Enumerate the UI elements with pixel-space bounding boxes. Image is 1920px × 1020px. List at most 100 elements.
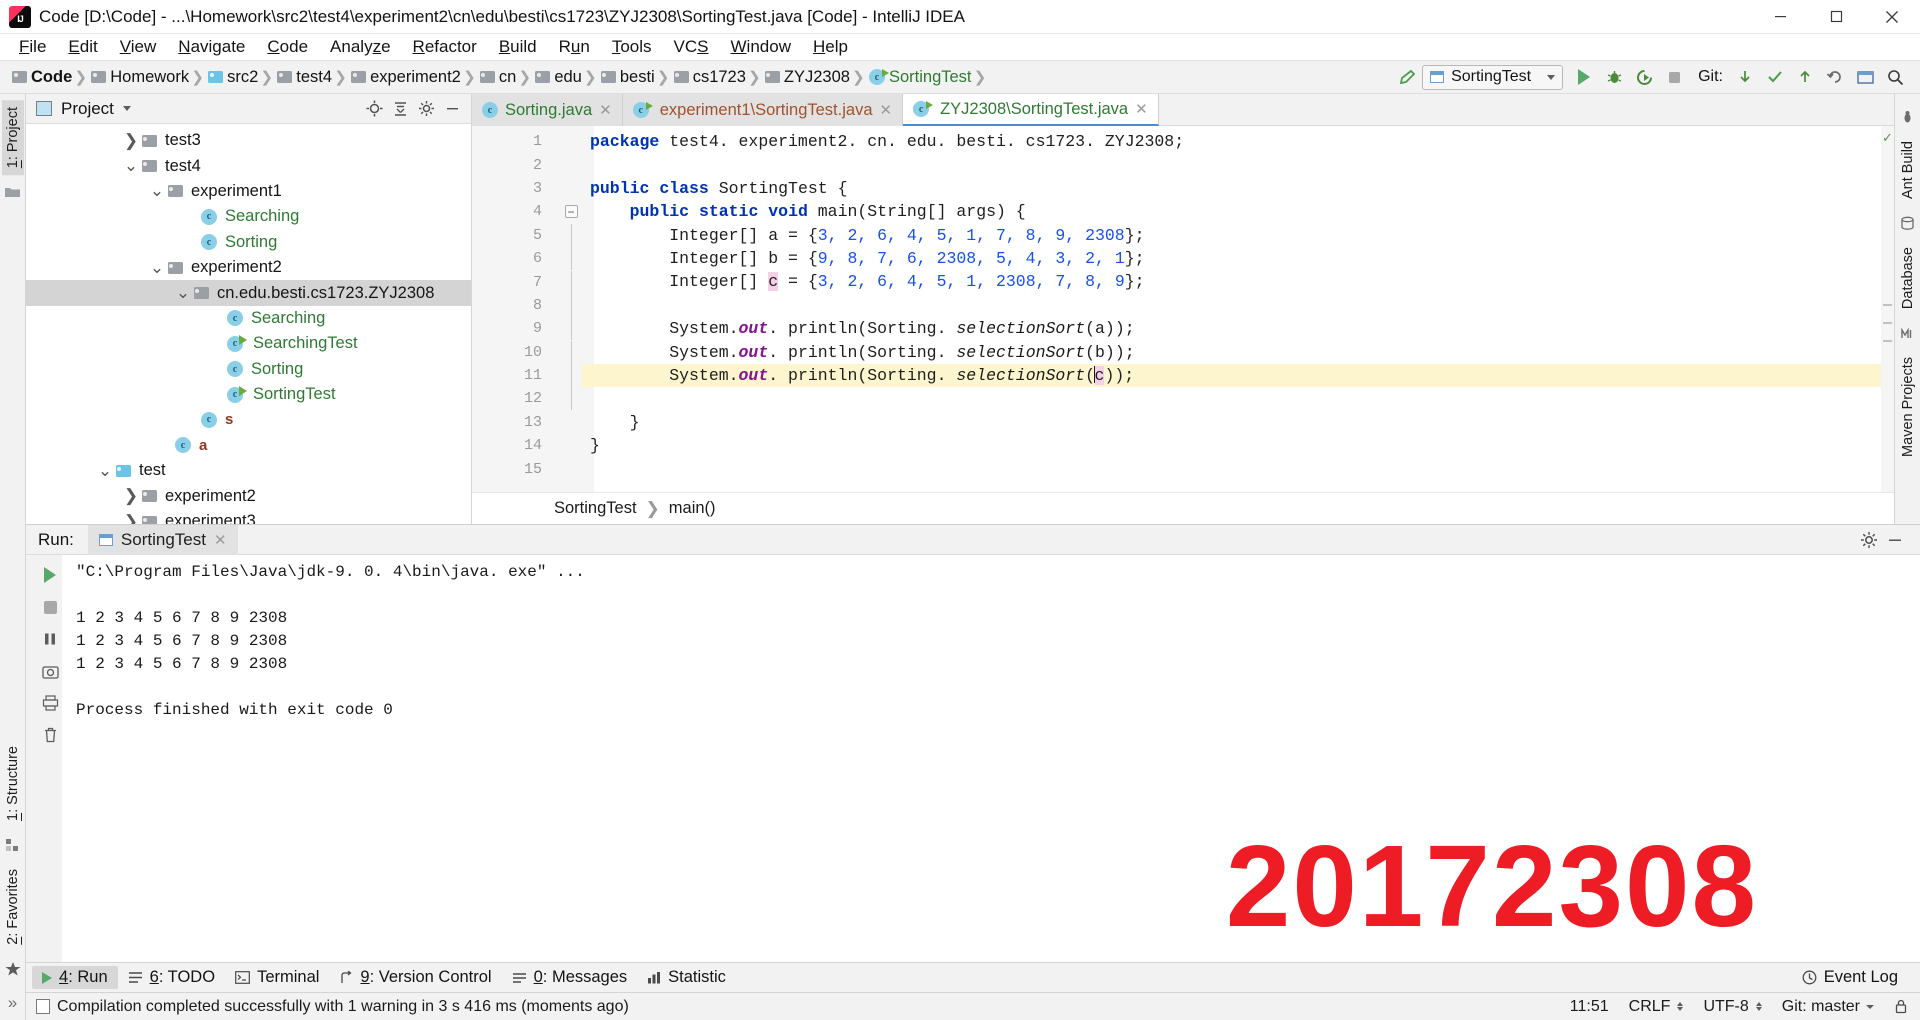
breadcrumb-class[interactable]: SortingTest xyxy=(554,499,637,518)
run-icon[interactable] xyxy=(1569,63,1599,91)
tool-window-messages[interactable]: 0: Messages xyxy=(502,966,638,989)
menu-build[interactable]: Build xyxy=(488,35,548,59)
breadcrumb-edu[interactable]: edu xyxy=(531,65,584,89)
hide-icon[interactable] xyxy=(439,97,465,121)
hammer-icon[interactable] xyxy=(1392,63,1422,91)
chevron-down-icon[interactable] xyxy=(122,106,131,111)
rollback-icon[interactable] xyxy=(1820,63,1850,91)
tree-row-searching-exp1[interactable]: c Searching xyxy=(26,204,471,229)
close-icon[interactable]: ✕ xyxy=(599,101,612,119)
breadcrumb-experiment2[interactable]: experiment2 xyxy=(347,65,463,89)
breadcrumb-test4[interactable]: test4 xyxy=(273,65,334,89)
tree-row-test4[interactable]: ⌄ test4 xyxy=(26,153,471,178)
menu-file[interactable]: File xyxy=(8,35,57,59)
breadcrumb-besti[interactable]: besti xyxy=(597,65,657,89)
tool-tab-favorites[interactable]: 2: Favorites xyxy=(2,862,24,952)
collapse-all-icon[interactable] xyxy=(387,97,413,121)
tool-tab-maven-projects[interactable]: Maven Projects xyxy=(1897,350,1919,464)
menu-window[interactable]: Window xyxy=(720,35,802,59)
tool-window-version-control[interactable]: 9: Version Control xyxy=(329,966,501,989)
tree-row-sorting[interactable]: c Sorting xyxy=(26,357,471,382)
breadcrumb-sortingtest[interactable]: c SortingTest xyxy=(865,65,974,89)
tree-row-experiment2[interactable]: ⌄ experiment2 xyxy=(26,255,471,280)
close-button[interactable] xyxy=(1864,0,1920,34)
tree-row-s[interactable]: c s xyxy=(26,407,471,432)
menu-help[interactable]: Help xyxy=(802,35,859,59)
stop-icon[interactable] xyxy=(1659,63,1689,91)
editor-tab-zyj2308-sortingtest[interactable]: c ZYJ2308\SortingTest.java ✕ xyxy=(903,94,1159,126)
star-icon[interactable] xyxy=(3,959,23,979)
tool-tab-structure[interactable]: 1: Structure xyxy=(2,739,24,828)
tree-row-test3[interactable]: ❯ test3 xyxy=(26,128,471,153)
status-git-branch[interactable]: Git: master xyxy=(1782,998,1874,1016)
run-tab-sortingtest[interactable]: SortingTest ✕ xyxy=(87,524,238,555)
tree-row-a[interactable]: c a xyxy=(26,433,471,458)
maven-icon[interactable] xyxy=(1898,323,1918,343)
settings-icon[interactable] xyxy=(1856,528,1882,552)
status-encoding[interactable]: UTF-8 xyxy=(1703,998,1762,1016)
close-icon[interactable]: ✕ xyxy=(214,531,227,549)
run-coverage-icon[interactable] xyxy=(1629,63,1659,91)
menu-navigate[interactable]: Navigate xyxy=(167,35,256,59)
settings-icon[interactable] xyxy=(1850,63,1880,91)
menu-edit[interactable]: Edit xyxy=(57,35,108,59)
code-text[interactable]: package test4. experiment2. cn. edu. bes… xyxy=(582,126,1881,492)
chevron-down-icon[interactable]: ⌄ xyxy=(148,258,166,277)
chevron-right-icon[interactable]: ❯ xyxy=(122,512,140,524)
lock-icon[interactable] xyxy=(1894,999,1908,1014)
editor-tab-experiment1-sortingtest[interactable]: c experiment1\SortingTest.java ✕ xyxy=(622,94,904,126)
tree-row-package-zyj2308[interactable]: ⌄ cn.edu.besti.cs1723.ZYJ2308 xyxy=(26,280,471,306)
tool-window-run[interactable]: 4: Run xyxy=(32,966,118,989)
menu-refactor[interactable]: Refactor xyxy=(402,35,488,59)
close-icon[interactable]: ✕ xyxy=(1135,100,1148,118)
breadcrumb-cn[interactable]: cn xyxy=(476,65,518,89)
tree-row-test-experiment2[interactable]: ❯ experiment2 xyxy=(26,483,471,508)
tree-row-searchingtest[interactable]: c SearchingTest xyxy=(26,331,471,356)
menu-run[interactable]: Run xyxy=(548,35,601,59)
chevron-right-icon[interactable]: ❯ xyxy=(122,131,140,150)
tree-row-searching[interactable]: c Searching xyxy=(26,306,471,331)
tool-window-todo[interactable]: 6: TODO xyxy=(118,966,225,989)
tree-row-test-experiment3[interactable]: ❯ experiment3 xyxy=(26,509,471,524)
project-tree[interactable]: ❯ test3 ⌄ test4 ⌄ experiment1 c Searchin… xyxy=(26,124,471,524)
code-editor[interactable]: 1 2 3 4 5 6 7 8 9 10 11 12 13 14 15 − pa… xyxy=(472,126,1894,492)
minimize-button[interactable] xyxy=(1752,0,1808,34)
folder-icon[interactable] xyxy=(3,182,23,202)
event-log-button[interactable]: Event Log xyxy=(1792,966,1908,989)
tool-tab-project[interactable]: 1: Project xyxy=(1,100,24,176)
status-line-separator[interactable]: CRLF xyxy=(1629,998,1684,1016)
tool-tab-database[interactable]: Database xyxy=(1897,240,1919,316)
tree-row-experiment1[interactable]: ⌄ experiment1 xyxy=(26,179,471,204)
tree-row-sortingtest[interactable]: c SortingTest xyxy=(26,382,471,407)
chevron-down-icon[interactable]: ⌄ xyxy=(122,156,140,175)
menu-tools[interactable]: Tools xyxy=(601,35,663,59)
breadcrumb-method[interactable]: main() xyxy=(669,499,716,518)
maximize-button[interactable] xyxy=(1808,0,1864,34)
chevron-down-icon[interactable]: ⌄ xyxy=(174,283,192,302)
close-icon[interactable]: ✕ xyxy=(880,101,893,119)
tree-row-sorting-exp1[interactable]: c Sorting xyxy=(26,230,471,255)
breadcrumb-code[interactable]: Code xyxy=(8,65,74,89)
push-icon[interactable] xyxy=(1790,63,1820,91)
menu-code[interactable]: Code xyxy=(256,35,319,59)
structure-icon[interactable] xyxy=(3,835,23,855)
debug-icon[interactable] xyxy=(1599,63,1629,91)
tree-row-test[interactable]: ⌄ test xyxy=(26,458,471,483)
chevrons-icon[interactable]: » xyxy=(3,993,23,1013)
tool-window-terminal[interactable]: Terminal xyxy=(225,966,329,989)
chevron-right-icon[interactable]: ❯ xyxy=(122,486,140,505)
error-stripe-marker[interactable]: ✓ xyxy=(1881,126,1894,492)
chevron-down-icon[interactable]: ⌄ xyxy=(96,461,114,480)
editor-tab-sorting-java[interactable]: c Sorting.java ✕ xyxy=(472,94,623,126)
update-project-icon[interactable] xyxy=(1730,63,1760,91)
tool-tab-ant-build[interactable]: Ant Build xyxy=(1897,134,1919,206)
chevron-down-icon[interactable]: ⌄ xyxy=(148,181,166,200)
menu-vcs[interactable]: VCS xyxy=(663,35,720,59)
locate-icon[interactable] xyxy=(361,97,387,121)
run-configuration-selector[interactable]: SortingTest xyxy=(1422,64,1564,90)
search-icon[interactable] xyxy=(1880,63,1910,91)
settings-icon[interactable] xyxy=(413,97,439,121)
breadcrumb-homework[interactable]: Homework xyxy=(87,65,191,89)
fold-collapse-icon[interactable]: − xyxy=(560,200,582,223)
ant-icon[interactable] xyxy=(1898,107,1918,127)
